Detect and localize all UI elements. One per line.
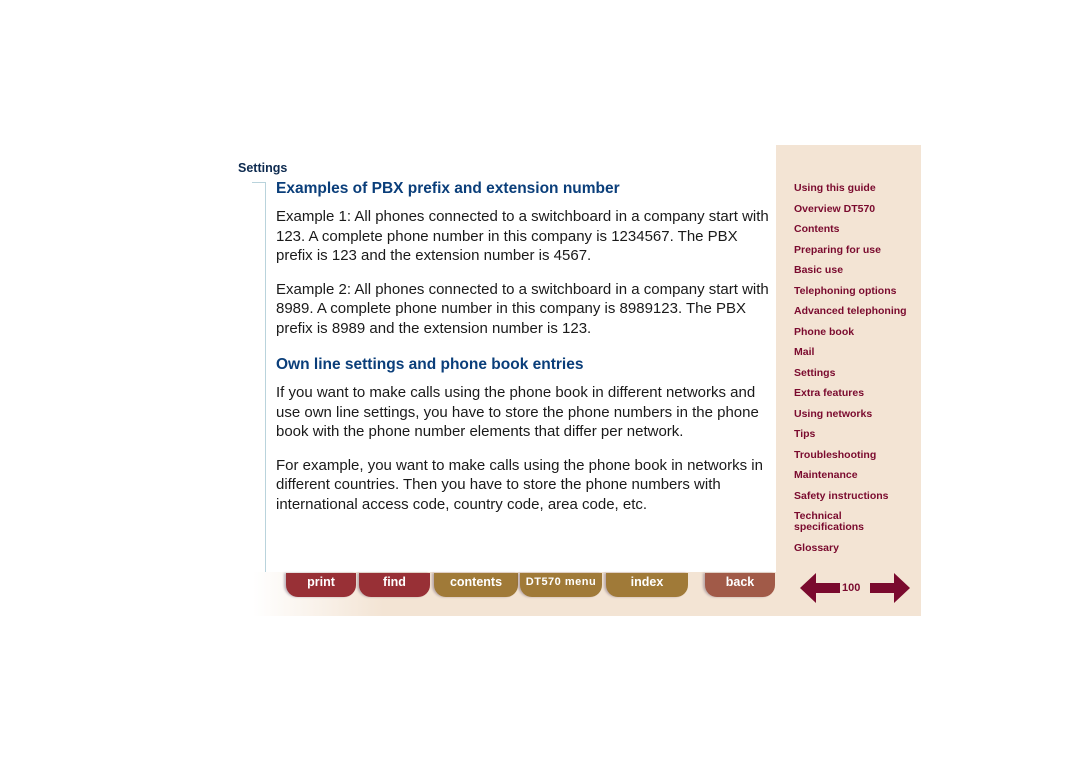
sidebar-item-overview[interactable]: Overview DT570 xyxy=(794,203,919,215)
sidebar-item-tips[interactable]: Tips xyxy=(794,429,919,440)
index-button[interactable]: index xyxy=(606,573,688,597)
back-button[interactable]: back xyxy=(705,573,775,597)
sidebar-item-basic-use[interactable]: Basic use xyxy=(794,265,919,276)
sidebar-item-settings[interactable]: Settings xyxy=(794,367,919,379)
arrow-right-icon[interactable] xyxy=(870,573,910,603)
sidebar-item-contents[interactable]: Contents xyxy=(794,224,919,235)
frame-top-rule xyxy=(252,182,266,183)
page-number: 100 xyxy=(842,582,861,594)
sidebar-item-telephoning-options[interactable]: Telephoning options xyxy=(794,285,919,297)
sidebar-item-preparing-for-use[interactable]: Preparing for use xyxy=(794,244,919,256)
sidebar-item-technical-specifications[interactable]: Technical specifications xyxy=(794,511,874,533)
sidebar-item-troubleshooting[interactable]: Troubleshooting xyxy=(794,449,919,461)
sidebar-item-maintenance[interactable]: Maintenance xyxy=(794,470,919,481)
sidebar-item-safety-instructions[interactable]: Safety instructions xyxy=(794,490,919,502)
find-button[interactable]: find xyxy=(359,573,430,597)
print-button[interactable]: print xyxy=(286,573,356,597)
sidebar-item-advanced-telephoning[interactable]: Advanced telephoning xyxy=(794,306,919,317)
arrow-left-icon[interactable] xyxy=(800,573,840,603)
section-label: Settings xyxy=(238,161,288,175)
contents-button[interactable]: contents xyxy=(434,573,518,597)
paragraph-own-line-1: If you want to make calls using the phon… xyxy=(276,384,759,440)
dt570-menu-button[interactable]: DT570 menu xyxy=(520,573,602,597)
paragraph-own-line-2: For example, you want to make calls usin… xyxy=(276,456,763,513)
heading-pbx-examples: Examples of PBX prefix and extension num… xyxy=(276,180,620,197)
paragraph-example-2: Example 2: All phones connected to a swi… xyxy=(276,280,769,337)
sidebar-item-using-networks[interactable]: Using networks xyxy=(794,408,919,420)
content-area: Examples of PBX prefix and extension num… xyxy=(276,179,771,528)
sidebar-item-phone-book[interactable]: Phone book xyxy=(794,326,919,338)
sidebar-item-mail[interactable]: Mail xyxy=(794,347,919,358)
sidebar-nav: Using this guide Overview DT570 Contents… xyxy=(794,183,919,563)
heading-own-line-settings: Own line settings and phone book entries xyxy=(276,356,584,373)
sidebar-item-extra-features[interactable]: Extra features xyxy=(794,388,919,399)
sidebar-item-using-this-guide[interactable]: Using this guide xyxy=(794,183,919,194)
paragraph-example-1: Example 1: All phones connected to a swi… xyxy=(276,208,769,264)
sidebar-item-glossary[interactable]: Glossary xyxy=(794,542,919,554)
